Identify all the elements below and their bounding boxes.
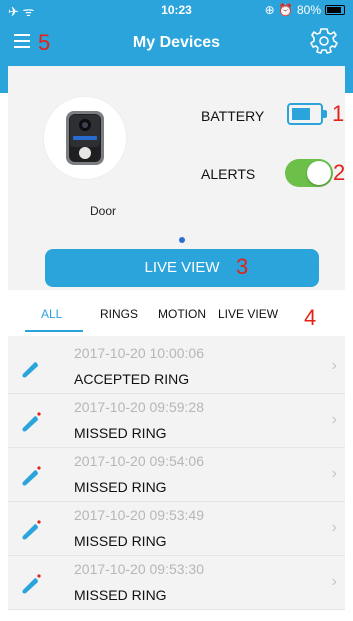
annotation-number-4: 4 xyxy=(304,305,317,330)
battery-icon xyxy=(287,103,327,125)
event-date: 2017-10-20 09:59:28 xyxy=(74,399,204,415)
live-view-button[interactable]: LIVE VIEW xyxy=(45,249,319,287)
table-row[interactable]: 2017-10-20 09:54:06 MISSED RING › xyxy=(8,448,345,502)
tab-live-view[interactable]: LIVE VIEW xyxy=(218,307,278,321)
battery-percent: 80% xyxy=(296,3,321,17)
event-type: MISSED RING xyxy=(74,533,167,549)
device-name: Door xyxy=(89,204,116,218)
page-title: My Devices xyxy=(132,34,221,51)
active-tab-underline xyxy=(25,330,83,332)
filter-tabs: ALL RINGS MOTION LIVE VIEW 4 xyxy=(8,290,345,336)
live-view-label: LIVE VIEW xyxy=(144,259,220,276)
alarm-icon: ⊕ ⏰ xyxy=(264,3,293,17)
event-date: 2017-10-20 09:53:30 xyxy=(74,561,204,577)
event-date: 2017-10-20 09:54:06 xyxy=(74,453,204,469)
annotation-number-3: 3 xyxy=(236,254,249,279)
chevron-right-icon: › xyxy=(331,519,337,536)
status-bar: ✈ ᯤ 10:23 ⊕ ⏰ 80% xyxy=(0,0,353,20)
chevron-right-icon: › xyxy=(331,465,337,482)
doorbell-camera-icon xyxy=(66,111,104,165)
annotation-number-1: 1 xyxy=(332,101,345,126)
table-row[interactable]: 2017-10-20 10:00:06 ACCEPTED RING › xyxy=(8,340,345,394)
page-indicator-dot xyxy=(179,237,185,243)
tab-all[interactable]: ALL xyxy=(41,307,62,321)
event-type: MISSED RING xyxy=(74,425,167,441)
gear-icon[interactable] xyxy=(309,26,339,56)
chevron-right-icon: › xyxy=(331,573,337,590)
bell-icon xyxy=(22,362,38,378)
event-type: MISSED RING xyxy=(74,587,167,603)
table-row[interactable]: 2017-10-20 09:59:28 MISSED RING › xyxy=(8,394,345,448)
bell-icon xyxy=(22,574,41,594)
annotation-number-2: 2 xyxy=(333,160,346,185)
alerts-label: ALERTS xyxy=(201,166,256,182)
event-date: 2017-10-20 10:00:06 xyxy=(74,345,204,361)
bell-icon xyxy=(22,520,41,540)
bell-icon xyxy=(22,466,41,486)
bell-icon xyxy=(22,412,41,432)
event-date: 2017-10-20 09:53:49 xyxy=(74,507,204,523)
table-row[interactable]: 2017-10-20 09:53:49 MISSED RING › xyxy=(8,502,345,556)
chevron-right-icon: › xyxy=(331,357,337,374)
chevron-right-icon: › xyxy=(331,411,337,428)
device-thumbnail[interactable] xyxy=(44,97,126,179)
nav-bar: 5 My Devices xyxy=(0,22,353,66)
event-type: ACCEPTED RING xyxy=(74,371,190,387)
event-type: MISSED RING xyxy=(74,479,167,495)
table-row[interactable]: 2017-10-20 09:53:30 MISSED RING › xyxy=(8,556,345,610)
tab-rings[interactable]: RINGS xyxy=(100,307,138,321)
battery-label: BATTERY xyxy=(201,108,265,124)
status-right: ⊕ ⏰ 80% xyxy=(265,3,345,17)
tab-motion[interactable]: MOTION xyxy=(158,307,206,321)
status-battery-icon xyxy=(325,5,345,15)
alerts-toggle[interactable] xyxy=(285,159,333,187)
